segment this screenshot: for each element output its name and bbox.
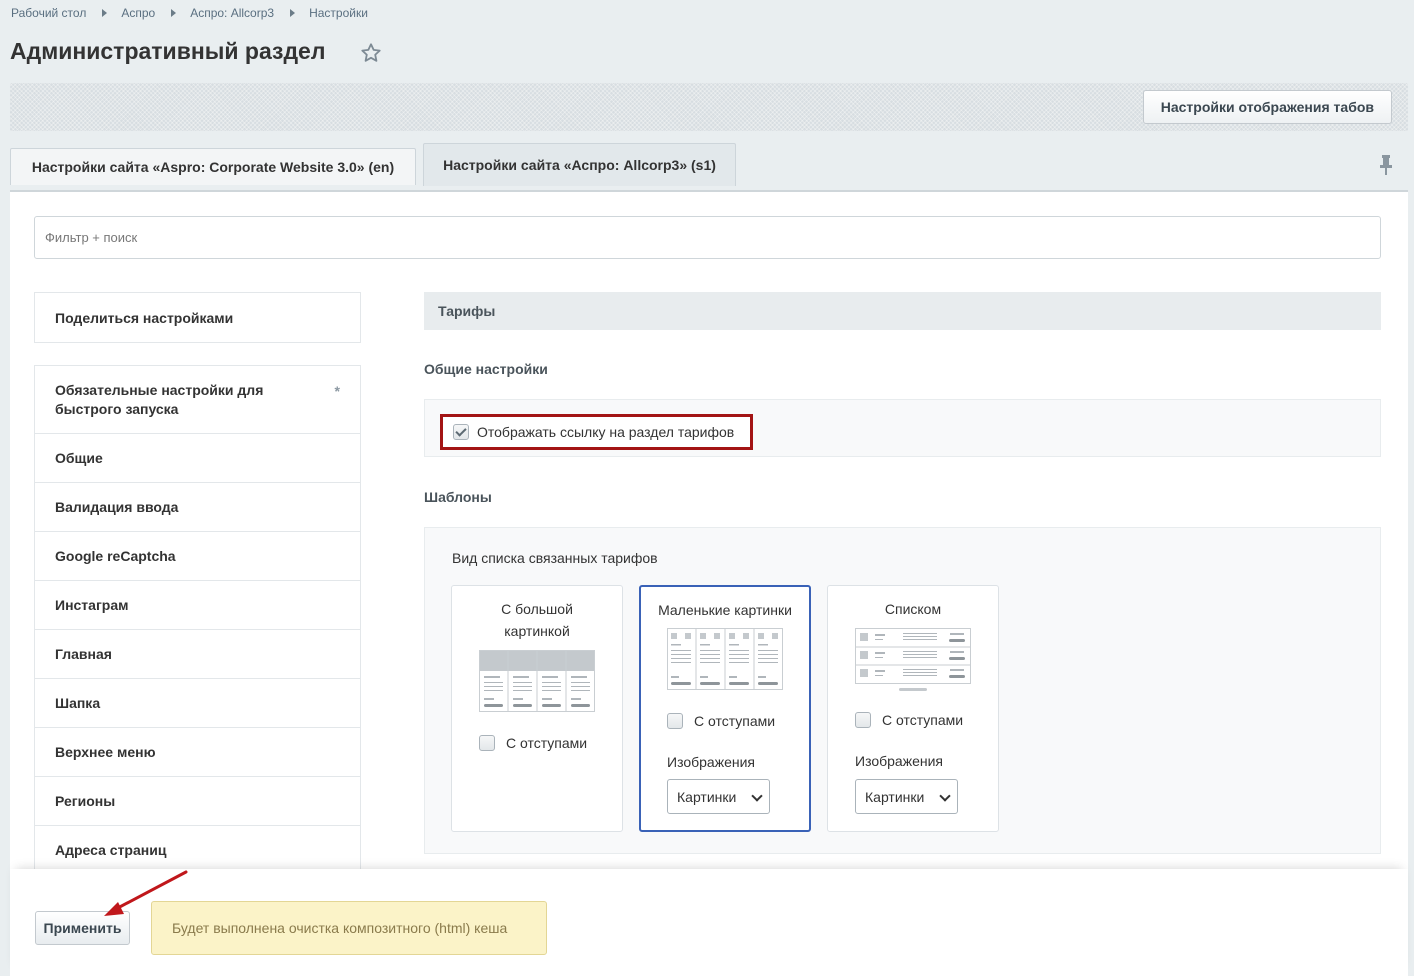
card-title: Маленькие картинки [658,602,792,618]
chevron-down-icon [939,790,951,802]
show-tariffs-link-checkbox[interactable] [453,424,469,440]
footer-bar: Применить Будет выполнена очистка композ… [10,869,1408,976]
sidebar-item-regions[interactable]: Регионы [35,777,360,826]
sidebar-item-label: Обязательные настройки для быстрого запу… [55,381,264,417]
sidebar-item-instagram[interactable]: Инстаграм [35,581,360,630]
share-settings-button[interactable]: Поделиться настройками [34,292,361,343]
images-select-value: Картинки [677,788,737,805]
images-select[interactable]: Картинки [855,779,958,814]
tab-allcorp3-s1[interactable]: Настройки сайта «Аспро: Allcorp3» (s1) [423,143,736,186]
large-image-preview-icon [479,650,595,712]
toolbar: Настройки отображения табов [10,83,1408,131]
padding-option[interactable]: С отступами [667,713,775,729]
padding-checkbox[interactable] [855,712,871,728]
general-settings-box: Отображать ссылку на раздел тарифов [424,399,1381,457]
padding-option[interactable]: С отступами [855,712,963,728]
images-label: Изображения [667,754,755,770]
templates-heading: Шаблоны [424,489,492,505]
sidebar-item-home[interactable]: Главная [35,630,360,679]
breadcrumb-item-desktop[interactable]: Рабочий стол [11,6,86,20]
cache-clear-notice: Будет выполнена очистка композитного (ht… [151,901,547,955]
images-select-value: Картинки [865,788,925,805]
padding-option[interactable]: С отступами [479,735,587,751]
pin-icon[interactable] [1378,154,1394,176]
template-card-list[interactable]: Списком С отступами Изображения Картинки [827,585,999,832]
padding-label: С отступами [882,712,964,728]
images-label: Изображения [855,753,943,769]
show-tariffs-link-label: Отображать ссылку на раздел тарифов [477,424,735,440]
sidebar-item-recaptcha[interactable]: Google reCaptcha [35,532,360,581]
breadcrumb-separator-icon [290,9,296,17]
card-title: Списком [884,601,942,617]
small-images-preview-icon [667,628,783,690]
settings-content-panel: Поделиться настройками Обязательные наст… [10,190,1408,875]
show-tariffs-link-option[interactable]: Отображать ссылку на раздел тарифов [440,414,753,450]
asterisk-icon: * [334,383,340,399]
breadcrumb-item-aspro[interactable]: Аспро [121,6,155,20]
template-card-small-images[interactable]: Маленькие картинки С отступами Изображен… [639,585,811,832]
sidebar-item-required-settings[interactable]: Обязательные настройки для быстрого запу… [35,366,360,434]
list-view-title: Вид списка связанных тарифов [452,550,658,566]
page-title: Административный раздел [10,38,326,64]
sidebar-item-general[interactable]: Общие [35,434,360,483]
images-select[interactable]: Картинки [667,779,770,814]
breadcrumb-separator-icon [102,9,108,17]
padding-checkbox[interactable] [479,735,495,751]
sidebar-item-top-menu[interactable]: Верхнее меню [35,728,360,777]
chevron-down-icon [751,790,763,802]
card-title: С большой картинкой [501,601,573,639]
padding-label: С отступами [506,735,588,751]
star-icon[interactable] [360,42,382,64]
breadcrumb-separator-icon [171,9,177,17]
annotation-arrow-icon [104,870,188,916]
sidebar-menu: Обязательные настройки для быстрого запу… [34,365,361,875]
sidebar-item-header[interactable]: Шапка [35,679,360,728]
section-title-tariffs: Тарифы [424,292,1381,330]
tab-display-settings-button[interactable]: Настройки отображения табов [1142,90,1392,124]
padding-label: С отступами [694,713,776,729]
breadcrumb-item-settings[interactable]: Настройки [309,6,368,20]
templates-box: Вид списка связанных тарифов С большой к… [424,527,1381,854]
general-settings-heading: Общие настройки [424,361,548,377]
padding-checkbox[interactable] [667,713,683,729]
filter-search-input[interactable] [34,216,1381,259]
template-card-large-image[interactable]: С большой картинкой С отступами [451,585,623,832]
sidebar-item-page-urls[interactable]: Адреса страниц [35,826,360,875]
breadcrumb-item-allcorp3[interactable]: Аспро: Allcorp3 [190,6,274,20]
breadcrumb: Рабочий стол Аспро Аспро: Allcorp3 Настр… [11,6,368,20]
sidebar-item-input-validation[interactable]: Валидация ввода [35,483,360,532]
tab-corporate-website-en[interactable]: Настройки сайта «Aspro: Corporate Websit… [10,148,416,185]
list-preview-icon [855,628,971,691]
